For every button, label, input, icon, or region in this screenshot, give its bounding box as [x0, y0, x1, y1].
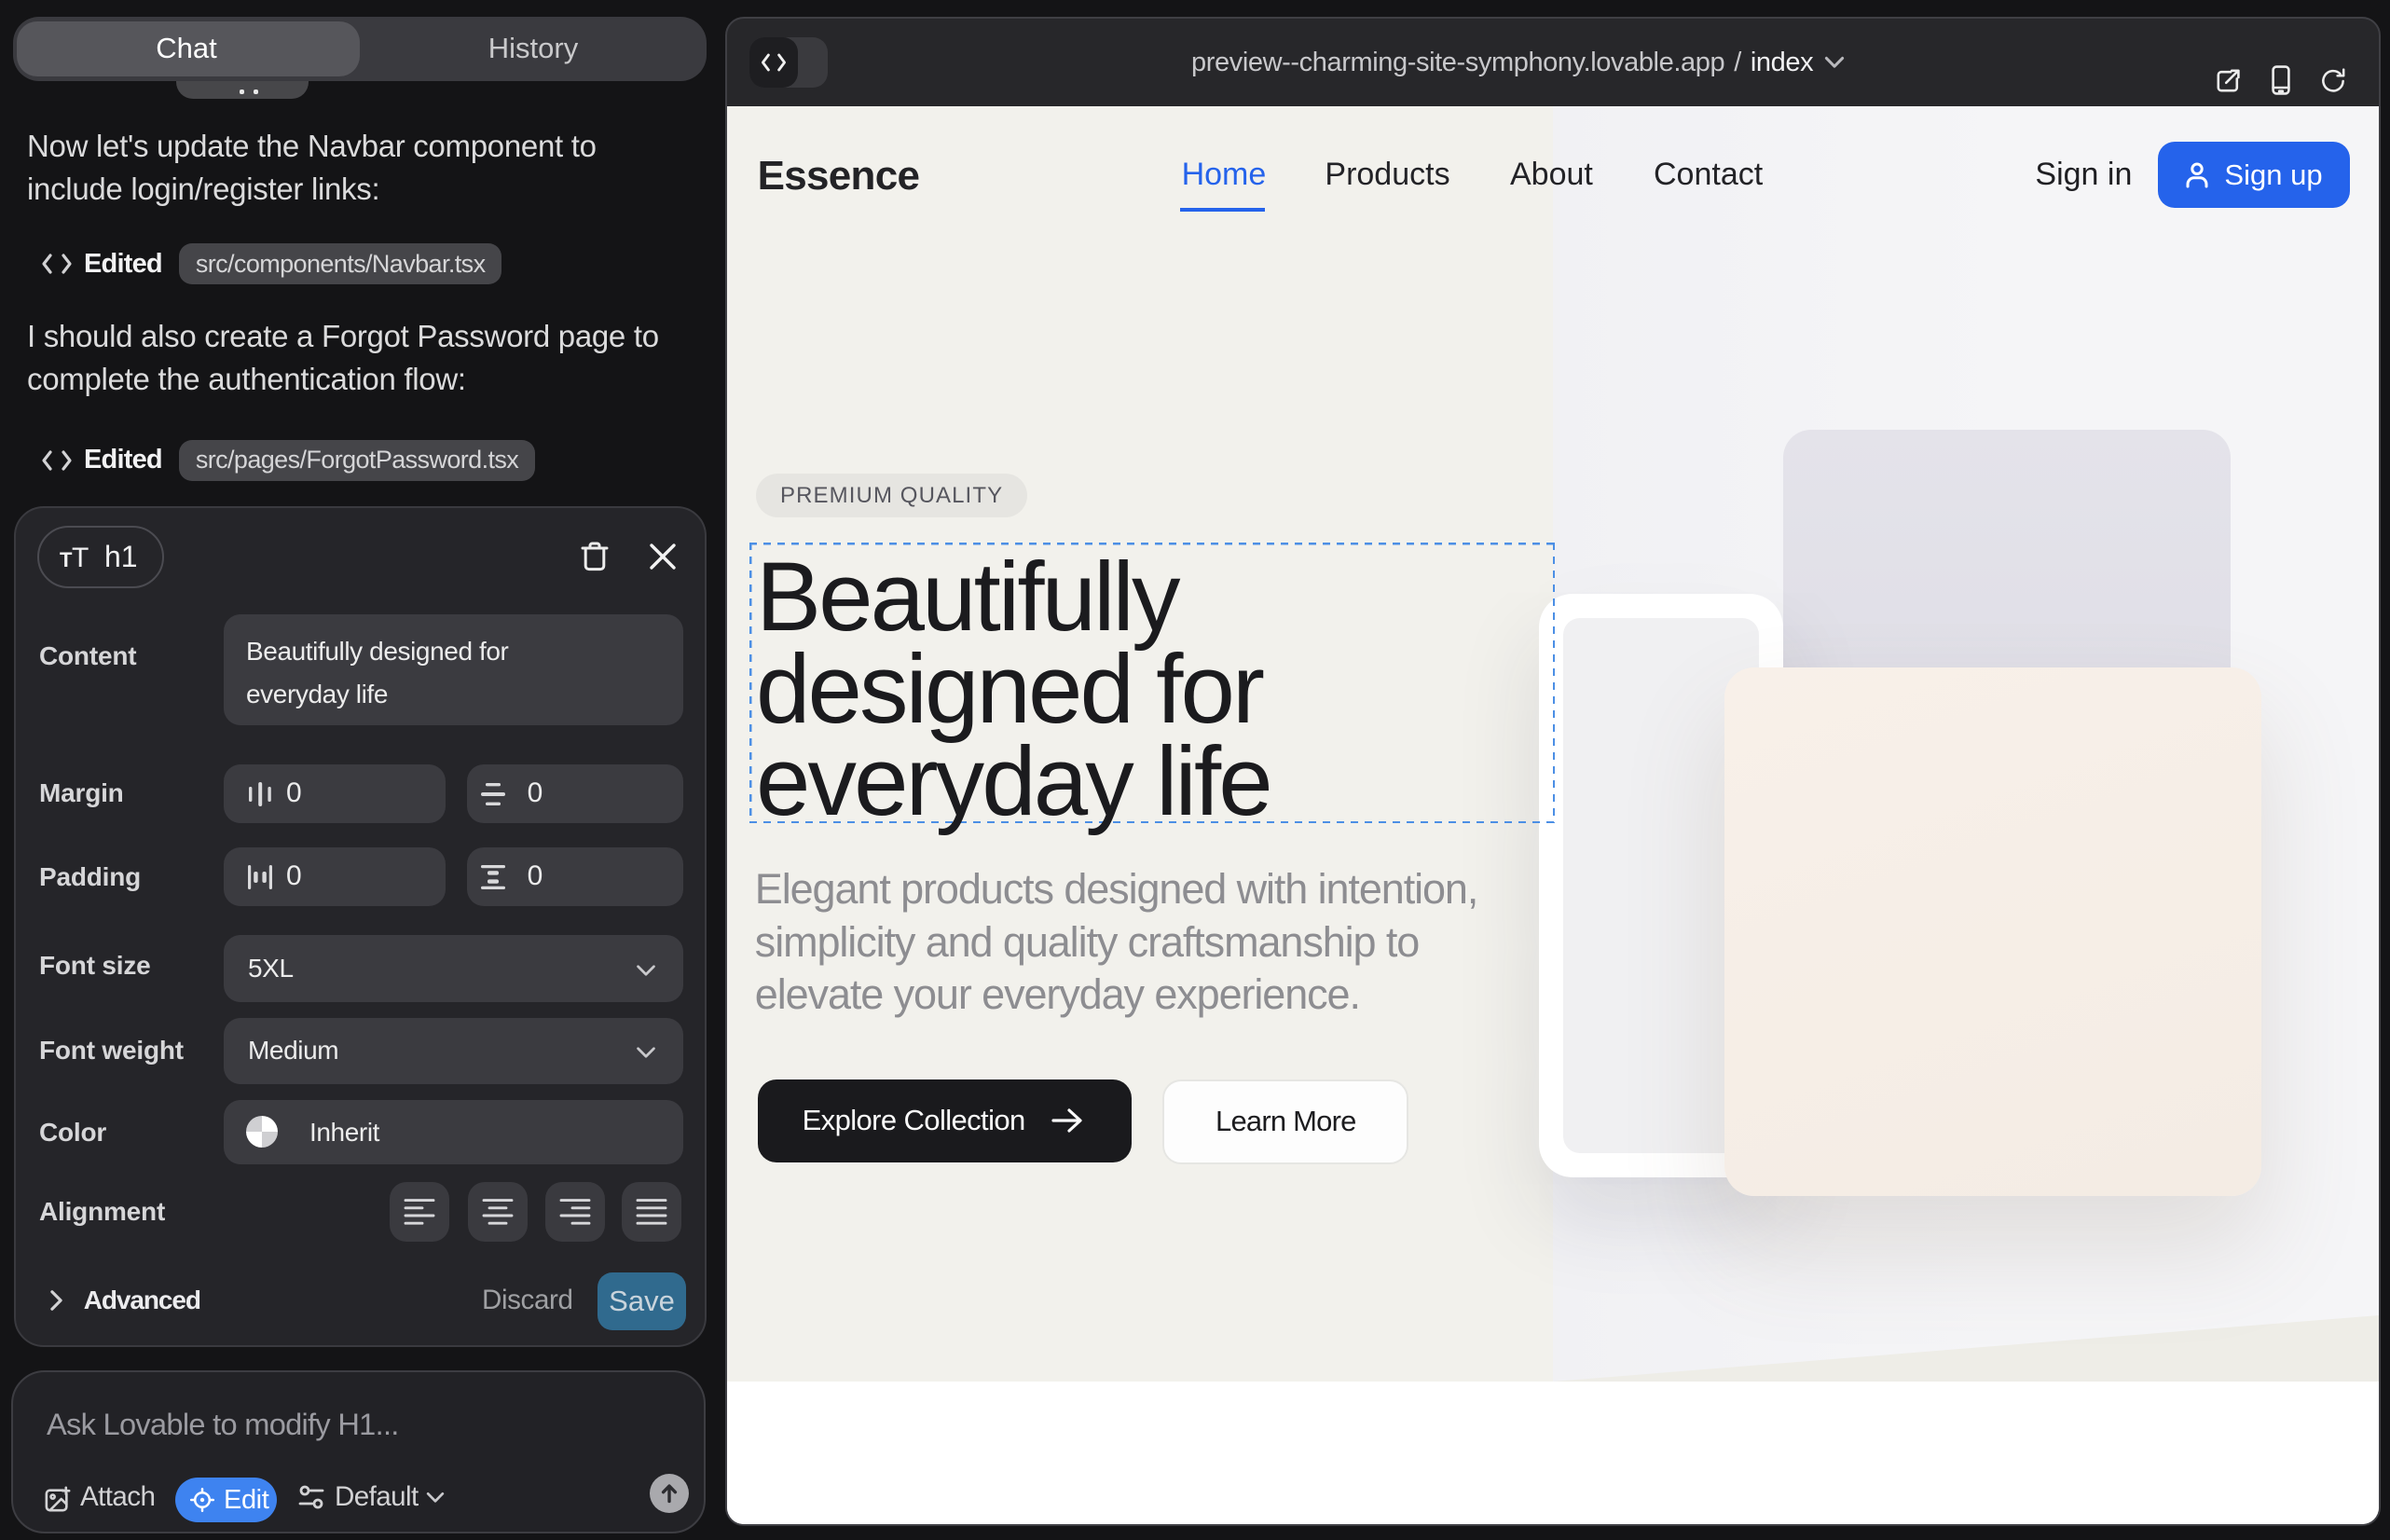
- svg-text:T: T: [60, 548, 73, 571]
- svg-text:T: T: [72, 544, 89, 571]
